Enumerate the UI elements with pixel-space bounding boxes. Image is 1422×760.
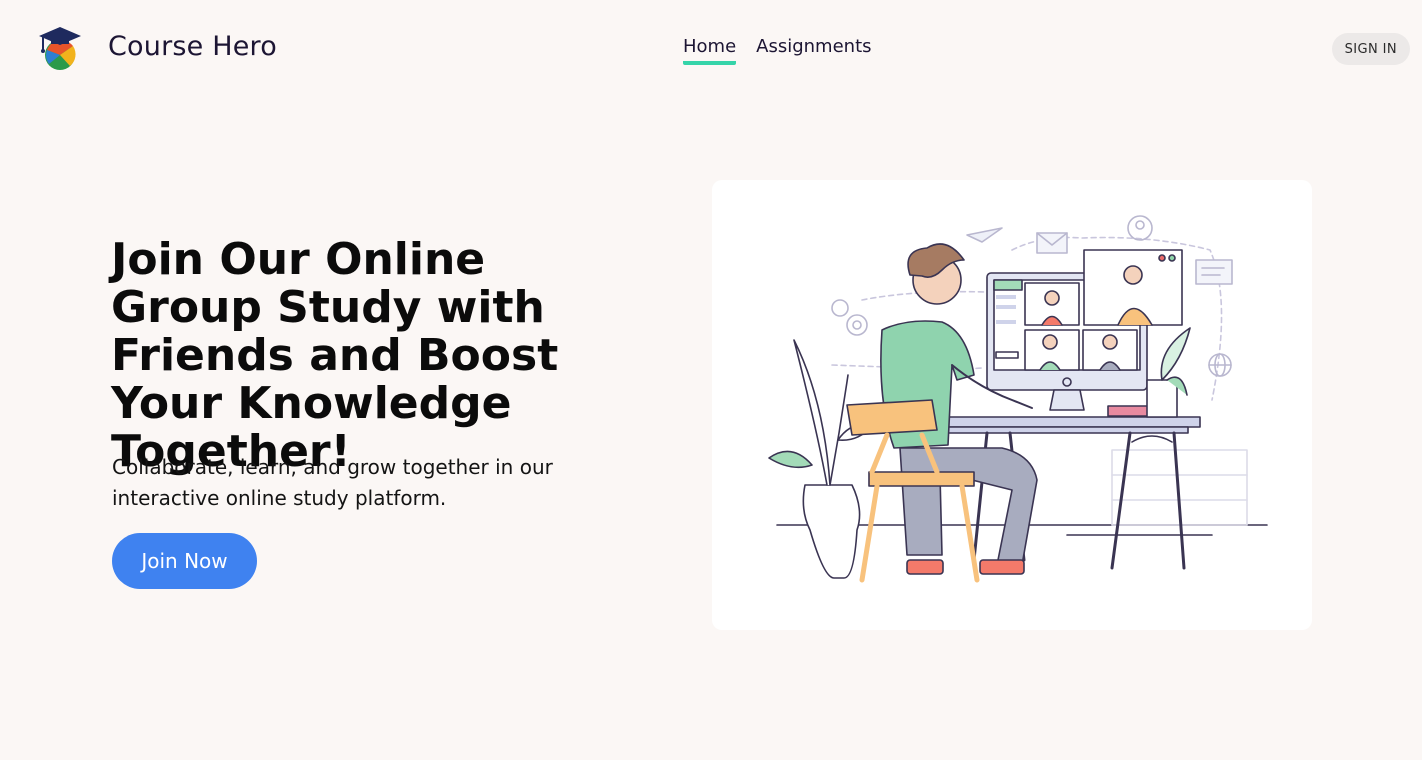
nav-link-home[interactable]: Home — [683, 36, 737, 65]
hero-title: Join Our Online Group Study with Friends… — [111, 234, 559, 477]
page: Course Hero Home Assignments SIGN IN Joi… — [0, 0, 1422, 760]
sign-in-button[interactable]: SIGN IN — [1331, 33, 1410, 65]
online-study-illustration — [768, 215, 1268, 583]
illustration-card — [712, 180, 1312, 630]
nav-link-assignments[interactable]: Assignments — [756, 36, 871, 65]
hero-subtitle: Collaborate, learn, and grow together in… — [112, 455, 553, 510]
graduation-cap-logo-icon[interactable] — [37, 24, 83, 72]
join-now-button[interactable]: Join Now — [112, 533, 257, 589]
main-nav: Home Assignments — [683, 36, 872, 65]
brand-name[interactable]: Course Hero — [108, 31, 277, 62]
